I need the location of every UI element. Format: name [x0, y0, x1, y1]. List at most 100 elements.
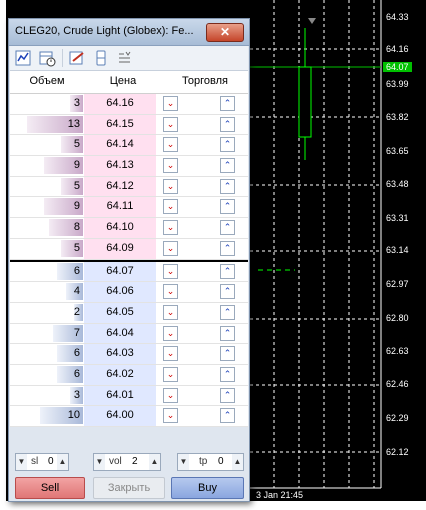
- stepper-up-icon[interactable]: ▲: [149, 454, 160, 470]
- volume-cell: 3: [73, 388, 80, 401]
- bid-row: 2 64.05 ⌄ ⌃: [10, 302, 248, 324]
- trade-header: Торговля: [182, 75, 228, 87]
- price-axis-label: 62.29: [386, 413, 409, 423]
- sell-at-price-icon[interactable]: ⌄: [163, 325, 178, 341]
- buy-at-price-icon[interactable]: ⌃: [220, 137, 235, 153]
- buy-at-price-icon[interactable]: ⌃: [220, 408, 235, 424]
- buy-at-price-icon[interactable]: ⌃: [220, 284, 235, 300]
- price-cell: 64.06: [84, 282, 156, 302]
- stepper-down-icon[interactable]: ▼: [16, 454, 27, 470]
- stepper-down-icon[interactable]: ▼: [94, 454, 105, 470]
- sliders-icon[interactable]: [92, 49, 110, 67]
- buy-at-price-icon[interactable]: ⌃: [220, 240, 235, 256]
- bid-row: 7 64.04 ⌄ ⌃: [10, 323, 248, 345]
- buy-at-price-icon[interactable]: ⌃: [220, 325, 235, 341]
- buy-at-price-icon[interactable]: ⌃: [220, 366, 235, 382]
- volume-cell: 5: [73, 241, 80, 254]
- sell-at-price-icon[interactable]: ⌄: [163, 96, 178, 111]
- volume-header: Объем: [29, 75, 65, 87]
- bid-row: 3 64.01 ⌄ ⌃: [10, 385, 248, 407]
- sell-at-price-icon[interactable]: ⌄: [163, 158, 178, 174]
- buy-at-price-icon[interactable]: ⌃: [220, 178, 235, 194]
- order-controls: ▼ sl 0 ▲ ▼ vol 2 ▲ ▼ tp 0 ▲ Sell Закрыть…: [10, 447, 248, 500]
- price-axis-label: 63.14: [386, 245, 409, 255]
- price-axis-label: 64.16: [386, 44, 409, 54]
- price-axis-label: 63.48: [386, 179, 409, 189]
- depth-of-market-window[interactable]: CLEG20, Crude Light (Globex): Fe... ✕ Об…: [8, 18, 250, 502]
- bid-row: 6 64.07 ⌄ ⌃: [10, 261, 248, 283]
- volume-cell: 13: [67, 117, 80, 130]
- time-axis-label: 3 Jan 21:45: [256, 490, 304, 500]
- sell-at-price-icon[interactable]: ⌄: [163, 304, 178, 320]
- volume-stepper[interactable]: ▼ vol 2 ▲: [93, 453, 161, 471]
- volume-cell: 3: [73, 97, 80, 109]
- bid-row: 6 64.03 ⌄ ⌃: [10, 344, 248, 365]
- volume-cell: 9: [73, 200, 80, 213]
- sell-at-price-icon[interactable]: ⌄: [163, 387, 178, 403]
- price-cell: 64.10: [84, 218, 156, 238]
- toolbar: [10, 46, 248, 71]
- volume-cell: 6: [73, 367, 80, 380]
- sell-at-price-icon[interactable]: ⌄: [163, 240, 178, 256]
- price-axis-label: 62.80: [386, 313, 409, 323]
- volume-cell: 5: [73, 138, 80, 151]
- buy-at-price-icon[interactable]: ⌃: [220, 263, 235, 279]
- buy-at-price-icon[interactable]: ⌃: [220, 96, 235, 111]
- sell-at-price-icon[interactable]: ⌄: [163, 199, 178, 215]
- title-bar[interactable]: CLEG20, Crude Light (Globex): Fe... ✕: [9, 19, 249, 46]
- stepper-up-icon[interactable]: ▲: [57, 454, 68, 470]
- ask-row: 5 64.12 ⌄ ⌃: [10, 176, 248, 198]
- sl-label: sl: [31, 456, 39, 467]
- current-price-label: 64.07: [383, 62, 412, 72]
- buy-at-price-icon[interactable]: ⌃: [220, 304, 235, 320]
- volume-cell: 8: [73, 221, 80, 234]
- price-cell: 64.00: [84, 406, 156, 426]
- price-cell: 64.11: [84, 197, 156, 218]
- sell-at-price-icon[interactable]: ⌄: [163, 284, 178, 300]
- ask-row: 3 64.16 ⌄ ⌃: [10, 94, 248, 115]
- window-title: CLEG20, Crude Light (Globex): Fe...: [15, 25, 194, 37]
- price-cell: 64.03: [84, 344, 156, 364]
- buy-at-price-icon[interactable]: ⌃: [220, 199, 235, 215]
- price-cell: 64.04: [84, 323, 156, 344]
- sell-button[interactable]: Sell: [15, 477, 85, 499]
- price-cell: 64.12: [84, 176, 156, 197]
- stop-loss-stepper[interactable]: ▼ sl 0 ▲: [15, 453, 69, 471]
- vol-value[interactable]: 2: [132, 456, 138, 467]
- sell-at-price-icon[interactable]: ⌄: [163, 137, 178, 153]
- buy-button[interactable]: Buy: [171, 477, 244, 499]
- buy-at-price-icon[interactable]: ⌃: [220, 387, 235, 403]
- stepper-up-icon[interactable]: ▲: [232, 454, 243, 470]
- close-button[interactable]: ✕: [206, 23, 244, 42]
- edit-icon[interactable]: [68, 49, 86, 67]
- volume-cell: 10: [67, 409, 80, 422]
- column-headers: Объем Цена Торговля: [10, 71, 248, 94]
- price-axis-label: 63.99: [386, 79, 409, 89]
- take-profit-stepper[interactable]: ▼ tp 0 ▲: [177, 453, 244, 471]
- close-position-button[interactable]: Закрыть: [93, 477, 165, 499]
- buy-at-price-icon[interactable]: ⌃: [220, 116, 235, 132]
- sl-value[interactable]: 0: [48, 456, 54, 467]
- sell-at-price-icon[interactable]: ⌄: [163, 263, 178, 279]
- buy-at-price-icon[interactable]: ⌃: [220, 158, 235, 174]
- price-axis-label: 62.12: [386, 447, 409, 457]
- ask-row: 5 64.14 ⌄ ⌃: [10, 135, 248, 157]
- bid-row: 4 64.06 ⌄ ⌃: [10, 282, 248, 303]
- price-cell: 64.15: [84, 114, 156, 135]
- stepper-down-icon[interactable]: ▼: [178, 454, 189, 470]
- sell-at-price-icon[interactable]: ⌄: [163, 220, 178, 236]
- tp-value[interactable]: 0: [218, 456, 224, 467]
- sell-at-price-icon[interactable]: ⌄: [163, 178, 178, 194]
- calendar-icon[interactable]: [38, 49, 56, 67]
- sell-at-price-icon[interactable]: ⌄: [163, 346, 178, 362]
- price-cell: 64.05: [84, 302, 156, 323]
- sell-at-price-icon[interactable]: ⌄: [163, 116, 178, 132]
- buy-at-price-icon[interactable]: ⌃: [220, 346, 235, 362]
- price-header: Цена: [109, 75, 137, 87]
- chart-icon[interactable]: [14, 49, 32, 67]
- list-icon[interactable]: [116, 49, 134, 67]
- price-axis-label: 64.33: [386, 12, 409, 22]
- sell-at-price-icon[interactable]: ⌄: [163, 408, 178, 424]
- buy-at-price-icon[interactable]: ⌃: [220, 220, 235, 236]
- sell-at-price-icon[interactable]: ⌄: [163, 366, 178, 382]
